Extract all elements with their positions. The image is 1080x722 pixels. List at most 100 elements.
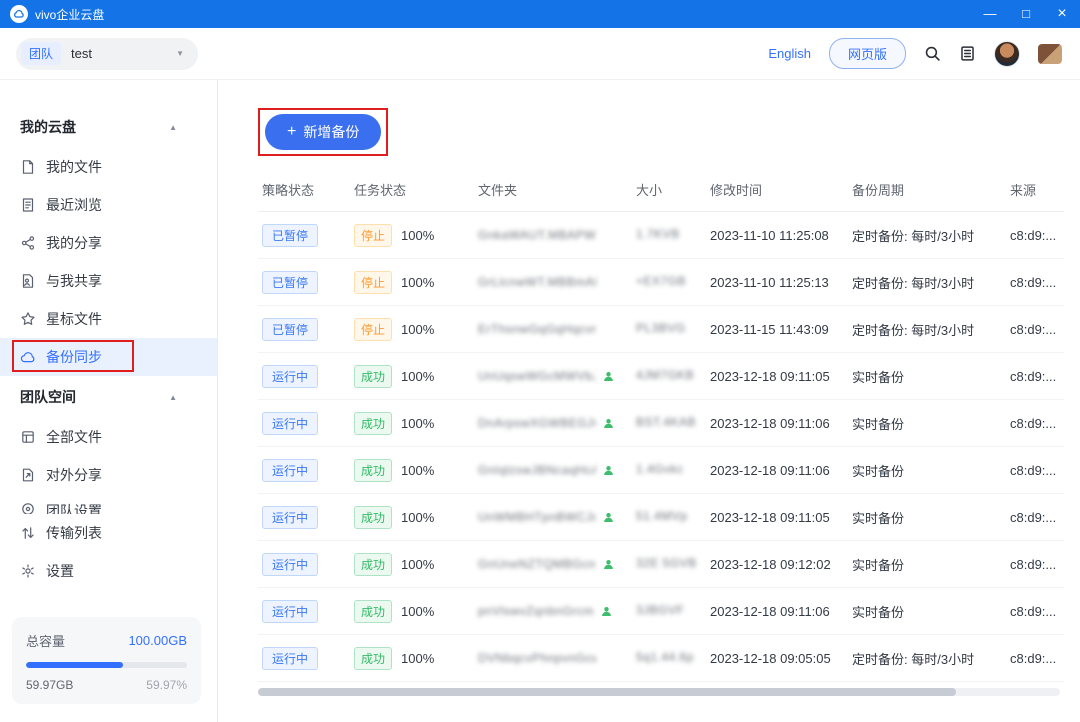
column-header: 文件夹	[478, 183, 518, 198]
minimize-button[interactable]: —	[972, 0, 1008, 28]
sidebar-item-label: 传输列表	[46, 525, 102, 541]
file-size: 5q1.44.6p	[636, 649, 694, 664]
add-backup-button[interactable]: + 新增备份	[265, 114, 382, 150]
file-size: 3JBGVF	[636, 602, 685, 617]
storage-progress-fill	[26, 662, 123, 668]
app-icon[interactable]	[1038, 43, 1062, 64]
backup-row[interactable]: 运行中 成功 100% pnVlswvZqnbnGrcm 3JBGVF 2023-12-1…	[258, 588, 1064, 635]
sidebar-item-label: 全部文件	[46, 429, 102, 445]
main-content: + 新增备份 策略状态 任务状态 文件夹 大小 修改时间 备份周期 来源 已暂停 停止 100%…	[218, 80, 1080, 722]
task-status-badge: 成功	[354, 646, 393, 670]
sidebar-item-label: 备份同步	[46, 349, 102, 365]
sidebar-item-settings[interactable]: 设置	[0, 552, 217, 590]
sidebar-nav: 我的云盘 ▲ 我的文件 最近浏览 我的分享 与我共享 星标文件备份同步团队空间 ▲ 全部文件对外…	[0, 80, 217, 590]
annotation-box-add-backup: + 新增备份	[258, 108, 389, 156]
sidebar-item-recent[interactable]: 最近浏览	[0, 186, 217, 224]
collapse-caret-icon: ▲	[169, 392, 177, 402]
folder-name: GnkaWAUT.MBAPWHL	[478, 228, 596, 242]
task-status-badge: 成功	[354, 552, 393, 576]
sidebar-item-shared-with-me[interactable]: 与我共享	[0, 262, 217, 300]
file-size: +EX7GB	[636, 273, 687, 288]
member-icon	[600, 605, 613, 618]
backup-cycle: 实时备份	[852, 557, 905, 573]
titlebar: vivo企业云盘 — □ ×	[0, 0, 1080, 28]
backup-row[interactable]: 运行中 成功 100% UnWMBHTpnBWCJcv 51.4MVp 2023-12-1…	[258, 494, 1064, 541]
document-icon[interactable]	[959, 45, 976, 62]
task-status-badge: 停止	[354, 270, 393, 294]
sidebar-item-external-share[interactable]: 对外分享	[0, 456, 217, 494]
app-logo-icon	[10, 5, 28, 23]
policy-status-badge: 运行中	[262, 411, 319, 435]
backup-row[interactable]: 运行中 成功 100% UnUqswWGcMWVbJm 4JM7GKB 2023-12-1…	[258, 353, 1064, 400]
horizontal-scrollbar[interactable]	[258, 688, 1060, 696]
progress-percent: 100%	[401, 415, 435, 431]
backup-cycle: 实时备份	[852, 604, 905, 620]
group-label: 团队空间	[20, 389, 76, 405]
backup-row[interactable]: 运行中 成功 100% GnIqlzswJBNcaqHcA 1.4Gvkc 2023-12…	[258, 447, 1064, 494]
toolbar: 团队 test ▼ English 网页版	[0, 28, 1080, 80]
team-selector[interactable]: 团队 test ▼	[16, 37, 198, 70]
folder-name: UnWMBHTpnBWCJcv	[478, 510, 596, 524]
file-icon	[20, 159, 36, 175]
policy-status-badge: 已暂停	[262, 270, 319, 294]
sidebar-item-team-settings[interactable]: 团队设置	[0, 494, 217, 514]
backup-cycle: 实时备份	[852, 416, 905, 432]
modified-time: 2023-12-18 09:11:05	[710, 509, 830, 525]
sidebar-item-starred[interactable]: 星标文件	[0, 300, 217, 338]
search-icon[interactable]	[924, 45, 941, 62]
backup-cycle: 实时备份	[852, 369, 905, 385]
storage-total-label: 总容量	[26, 634, 66, 649]
task-status-badge: 成功	[354, 599, 393, 623]
backup-row[interactable]: 运行中 成功 100% DVNbqcvPhnpvnGcw 5q1.44.6p 2023-1…	[258, 635, 1064, 682]
progress-percent: 100%	[401, 227, 435, 243]
sidebar-item-transfer-list[interactable]: 传输列表	[0, 514, 217, 552]
backup-cycle: 实时备份	[852, 463, 905, 479]
backup-cycle: 定时备份: 每时/3小时	[852, 322, 975, 338]
sidebar-item-backup-sync[interactable]: 备份同步	[0, 338, 217, 376]
backup-row[interactable]: 运行中 成功 100% GnUneNZTQMBGcnw 32E 5GVB 2023-12-…	[258, 541, 1064, 588]
modified-time: 2023-12-18 09:11:06	[710, 462, 830, 478]
progress-percent: 100%	[401, 462, 435, 478]
add-backup-label: 新增备份	[303, 124, 360, 140]
policy-status-badge: 运行中	[262, 646, 319, 670]
user-avatar[interactable]	[994, 40, 1020, 67]
task-status-badge: 成功	[354, 364, 393, 388]
source: c8:d9:...	[1010, 368, 1057, 384]
close-button[interactable]: ×	[1044, 0, 1080, 28]
backup-row[interactable]: 已暂停 停止 100% GrLlcnwWT.MBBmABvM +EX7GB 2023-11…	[258, 259, 1064, 306]
column-header: 来源	[1010, 183, 1037, 198]
backup-row[interactable]: 已暂停 停止 100% GnkaWAUT.MBAPWHL 1.7KVB 2023-11-1…	[258, 212, 1064, 259]
column-header: 任务状态	[354, 183, 407, 198]
task-status-badge: 成功	[354, 505, 393, 529]
folder-name: GnUneNZTQMBGcnw	[478, 557, 596, 571]
share-icon	[20, 235, 36, 251]
web-version-button[interactable]: 网页版	[828, 38, 906, 69]
modified-time: 2023-12-18 09:12:02	[710, 556, 831, 572]
backup-cycle: 定时备份: 每时/3小时	[852, 275, 975, 291]
sidebar-item-my-files[interactable]: 我的文件	[0, 148, 217, 186]
sidebar-group-my-cloud[interactable]: 我的云盘 ▲	[0, 106, 217, 148]
modified-time: 2023-11-10 11:25:13	[710, 274, 829, 290]
backup-row[interactable]: 已暂停 停止 100% ErThsnwGqGqHqcvna PL3BVG 2023-11-…	[258, 306, 1064, 353]
column-header: 策略状态	[262, 183, 315, 198]
progress-percent: 100%	[401, 556, 435, 572]
sidebar-item-my-share[interactable]: 我的分享	[0, 224, 217, 262]
sidebar-group-team-space[interactable]: 团队空间 ▲	[0, 376, 217, 418]
backup-row[interactable]: 运行中 成功 100% DnArpswXGWBEGJvc BST.4KAB 2023-12…	[258, 400, 1064, 447]
toolbar-right: English 网页版	[768, 38, 1062, 69]
folder-name: DnArpswXGWBEGJvc	[478, 416, 596, 430]
chevron-down-icon: ▼	[176, 49, 184, 58]
maximize-button[interactable]: □	[1008, 0, 1044, 28]
transfer-icon	[20, 525, 36, 541]
file-size: 51.4MVp	[636, 508, 688, 523]
scrollbar-thumb[interactable]	[258, 688, 956, 696]
files-icon	[20, 429, 36, 445]
sidebar-item-all-files[interactable]: 全部文件	[0, 418, 217, 456]
collapse-caret-icon: ▲	[169, 122, 177, 132]
modified-time: 2023-11-10 11:25:08	[710, 227, 829, 243]
window-title: vivo企业云盘	[35, 7, 105, 22]
language-link[interactable]: English	[768, 46, 811, 61]
progress-percent: 100%	[401, 650, 435, 666]
policy-status-badge: 运行中	[262, 364, 319, 388]
source: c8:d9:...	[1010, 321, 1057, 337]
